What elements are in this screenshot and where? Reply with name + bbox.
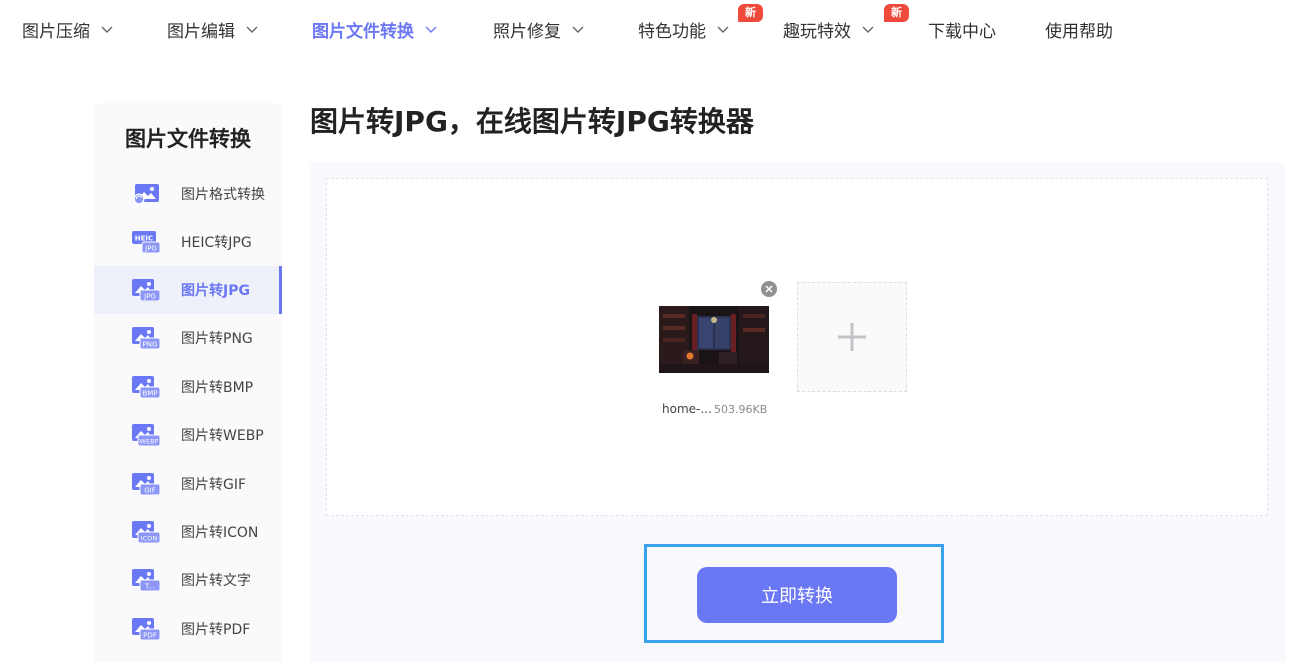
sidebar-item-label: 图片转PNG — [181, 331, 253, 347]
sidebar-item-image-to-text[interactable]: T... 图片转文字 — [94, 556, 282, 604]
chevron-down-icon — [717, 26, 729, 33]
nav-label: 图片编辑 — [167, 21, 235, 42]
nav-label: 图片文件转换 — [312, 21, 414, 42]
sidebar: 图片文件转换 图片格式转换 HEIC JPG HEIC转JPG JPG 图片转J… — [94, 103, 282, 662]
sidebar-item-image-to-bmp[interactable]: BMP 图片转BMP — [94, 363, 282, 411]
png-icon: PNG — [132, 327, 160, 349]
top-nav: 图片压缩 图片编辑 图片文件转换 照片修复 特色功能 新 趣玩特效 新 下载中心… — [0, 0, 1291, 58]
add-file-button[interactable] — [797, 282, 907, 392]
sidebar-item-label: 图片转BMP — [181, 380, 254, 396]
sidebar-item-label: 图片格式转换 — [181, 187, 265, 203]
sidebar-item-image-to-jpg[interactable]: JPG 图片转JPG — [94, 266, 282, 314]
new-badge: 新 — [738, 4, 763, 22]
sidebar-item-image-to-gif[interactable]: GIF 图片转GIF — [94, 460, 282, 508]
chevron-down-icon — [572, 26, 584, 33]
sidebar-title: 图片文件转换 — [125, 127, 251, 151]
new-badge: 新 — [884, 4, 909, 22]
sidebar-item-label: 图片转JPG — [181, 283, 250, 299]
chevron-down-icon — [862, 26, 874, 33]
nav-help[interactable]: 使用帮助 — [1045, 17, 1113, 42]
jpg-icon: JPG — [132, 279, 160, 301]
icon-tag: WEBP — [140, 438, 159, 446]
nav-label: 趣玩特效 — [783, 21, 851, 42]
sidebar-item-image-to-png[interactable]: PNG 图片转PNG — [94, 314, 282, 362]
nav-special-features[interactable]: 特色功能 新 — [638, 4, 763, 42]
icon-tag: PDF — [143, 632, 157, 640]
nav-image-file-convert[interactable]: 图片文件转换 — [312, 17, 438, 42]
chevron-down-icon — [101, 26, 113, 33]
icon-tag: T... — [144, 583, 155, 591]
thumbnail-image — [659, 306, 769, 373]
close-icon — [765, 285, 773, 293]
nav-image-edit[interactable]: 图片编辑 — [167, 17, 259, 42]
gif-icon: GIF — [132, 473, 160, 495]
icon-tag: JPG — [144, 245, 157, 253]
icon-tag: BMP — [142, 390, 157, 398]
sidebar-item-label: HEIC转JPG — [181, 235, 252, 251]
convert-now-button[interactable]: 立即转换 — [697, 567, 897, 623]
sidebar-item-label: 图片转文字 — [181, 573, 251, 589]
plus-icon — [838, 323, 866, 351]
icon-tag: PNG — [143, 341, 158, 349]
page-title: 图片转JPG，在线图片转JPG转换器 — [310, 105, 754, 138]
image-convert-icon — [133, 184, 159, 205]
file-thumbnail — [659, 306, 769, 373]
remove-file-button[interactable] — [761, 281, 777, 297]
chevron-down-icon — [246, 26, 258, 33]
nav-label: 特色功能 — [638, 21, 706, 42]
nav-download-center[interactable]: 下载中心 — [928, 17, 996, 42]
webp-icon: WEBP — [132, 424, 160, 446]
nav-label: 下载中心 — [928, 21, 996, 42]
nav-image-compress[interactable]: 图片压缩 — [22, 17, 114, 42]
sidebar-item-label: 图片转ICON — [181, 525, 259, 541]
nav-fun-effects[interactable]: 趣玩特效 新 — [783, 4, 909, 42]
sidebar-item-image-to-webp[interactable]: WEBP 图片转WEBP — [94, 411, 282, 459]
sidebar-item-image-to-pdf[interactable]: PDF 图片转PDF — [94, 605, 282, 653]
icon-tag: JPG — [143, 293, 156, 301]
icon-tag: ICON — [141, 535, 158, 543]
text-icon: T... — [132, 569, 160, 591]
pdf-icon: PDF — [132, 618, 160, 640]
sidebar-item-heic-to-jpg[interactable]: HEIC JPG HEIC转JPG — [94, 218, 282, 266]
icon-tag: GIF — [144, 487, 156, 495]
sidebar-item-image-to-icon[interactable]: ICON 图片转ICON — [94, 508, 282, 556]
chevron-down-icon — [425, 26, 437, 33]
sidebar-item-label: 图片转PDF — [181, 622, 251, 638]
bmp-icon: BMP — [132, 376, 160, 398]
icon-format-icon: ICON — [132, 521, 160, 543]
nav-label: 图片压缩 — [22, 21, 90, 42]
nav-label: 使用帮助 — [1045, 21, 1113, 42]
nav-label: 照片修复 — [493, 21, 561, 42]
sidebar-item-label: 图片转WEBP — [181, 428, 264, 444]
heic-jpg-icon: HEIC JPG — [132, 231, 160, 253]
nav-photo-repair[interactable]: 照片修复 — [493, 17, 585, 42]
svg-text:HEIC: HEIC — [135, 235, 153, 243]
file-name: home-... — [662, 402, 712, 416]
sidebar-item-label: 图片转GIF — [181, 477, 247, 493]
sidebar-item-image-format-convert[interactable]: 图片格式转换 — [94, 170, 282, 218]
file-size: 503.96KB — [714, 403, 768, 416]
